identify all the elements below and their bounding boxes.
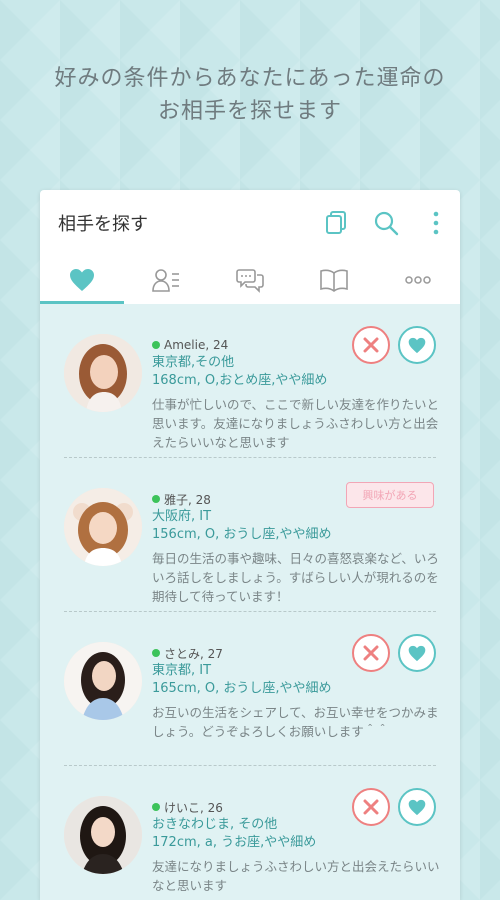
online-indicator — [152, 341, 160, 349]
heart-icon — [70, 269, 94, 291]
heart-icon — [408, 337, 426, 353]
like-button[interactable] — [398, 788, 436, 826]
list-item[interactable]: 雅子, 28 大阪府, IT 156cm, O, おうし座,やや細め 毎日の生活… — [64, 458, 439, 612]
tab-likes[interactable] — [40, 256, 124, 304]
profile-specs: 168cm, O,おとめ座,やや細め — [152, 373, 328, 388]
decline-button[interactable] — [352, 326, 390, 364]
list-item[interactable]: Amelie, 24 東京都,その他 168cm, O,おとめ座,やや細め 仕事… — [64, 304, 439, 458]
profile-name-age: さとみ, 27 — [164, 646, 223, 661]
chat-bubbles-icon — [236, 269, 264, 293]
online-indicator — [152, 495, 160, 503]
list-item[interactable]: けいこ, 26 おきなわじま, その他 172cm, a, うお座,やや細め 友… — [64, 766, 440, 900]
like-button[interactable] — [398, 634, 436, 672]
online-indicator — [152, 649, 160, 657]
profile-location: 大阪府, IT — [152, 509, 212, 524]
profile-list: Amelie, 24 東京都,その他 168cm, O,おとめ座,やや細め 仕事… — [40, 304, 460, 900]
profile-list-icon — [152, 269, 179, 292]
profile-message: 仕事が忙しいので、ここで新しい友達を作りたいと思います。友達になりましょうふさわ… — [152, 397, 440, 450]
heart-icon — [408, 645, 426, 661]
page-title: 相手を探す — [58, 214, 148, 235]
tab-messages[interactable] — [208, 256, 292, 304]
avatar[interactable] — [64, 488, 142, 566]
more-horiz-icon — [405, 276, 431, 284]
copy-icon[interactable] — [322, 208, 350, 238]
headline-line-1: 好みの条件からあなたにあった運命の — [54, 66, 446, 91]
tab-diary[interactable] — [292, 256, 376, 304]
heart-icon — [408, 799, 426, 815]
profile-message: お互いの生活をシェアして、お互い幸せをつかみましょう。どうぞよろしくお願いします… — [152, 705, 439, 739]
decline-button[interactable] — [352, 788, 390, 826]
avatar[interactable] — [64, 642, 142, 720]
close-icon — [363, 645, 379, 661]
headline: 好みの条件からあなたにあった運命の お相手を探せます — [0, 62, 500, 128]
more-vert-icon[interactable] — [422, 208, 450, 238]
app-card: 相手を探す Amelie, 24 東京都,その他 168cm, O,おとめ座,や… — [40, 190, 460, 900]
profile-specs: 172cm, a, うお座,やや細め — [152, 835, 317, 850]
profile-message: 毎日の生活の事や趣味、日々の喜怒哀楽など、いろいろ話しをしましょう。すばらしい人… — [152, 551, 439, 604]
search-icon[interactable] — [372, 208, 400, 238]
like-button[interactable] — [398, 326, 436, 364]
decline-button[interactable] — [352, 634, 390, 672]
profile-message: 友達になりましょうふさわしい方と出会えたらいいなと思います — [152, 859, 440, 893]
avatar[interactable] — [64, 796, 142, 874]
avatar[interactable] — [64, 334, 142, 412]
tab-bar — [40, 256, 460, 304]
book-icon — [320, 269, 348, 292]
close-icon — [363, 799, 379, 815]
profile-name-age: けいこ, 26 — [164, 800, 223, 815]
close-icon — [363, 337, 379, 353]
tab-profiles[interactable] — [124, 256, 208, 304]
profile-specs: 165cm, O, おうし座,やや細め — [152, 681, 332, 696]
list-item[interactable]: さとみ, 27 東京都, IT 165cm, O, おうし座,やや細め お互いの… — [64, 612, 439, 766]
app-bar: 相手を探す — [40, 190, 460, 256]
headline-line-2: お相手を探せます — [157, 99, 342, 124]
profile-name-age: Amelie, 24 — [164, 338, 229, 352]
tab-more[interactable] — [376, 256, 460, 304]
profile-specs: 156cm, O, おうし座,やや細め — [152, 527, 332, 542]
online-indicator — [152, 803, 160, 811]
profile-name-age: 雅子, 28 — [164, 492, 211, 507]
interest-badge: 興味がある — [346, 482, 434, 508]
